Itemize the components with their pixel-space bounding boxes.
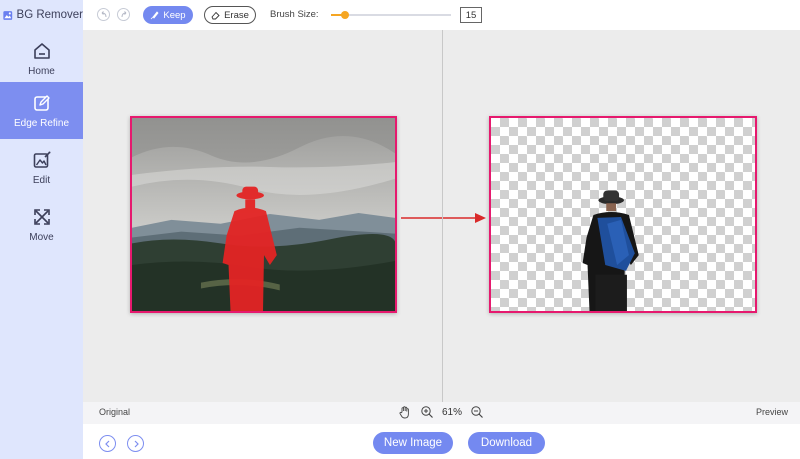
arrow-icon [401,213,486,223]
preview-label: Preview [755,407,788,417]
brush-size-value[interactable]: 15 [460,7,482,23]
home-icon [33,42,50,59]
eraser-icon [211,11,220,19]
chevron-right-icon [134,440,139,447]
keep-label: Keep [163,9,186,21]
hand-icon[interactable] [398,405,412,419]
new-image-button[interactable]: New Image [373,432,453,454]
cutout-person [582,190,639,311]
sidebar-item-home[interactable]: Home [0,30,83,87]
sidebar-item-move[interactable]: Move [0,196,83,253]
redo-button[interactable] [117,8,130,21]
edit-square-icon [33,94,50,111]
canvas-area [83,30,800,402]
original-label: Original [99,407,131,417]
sidebar-item-label: Edit [32,174,51,186]
brush-size-label: Brush Size: [270,9,319,20]
move-icon [33,208,50,225]
zoom-value: 61% [442,406,463,418]
zoom-controls: 61% [398,405,484,419]
status-bar: Original 61% Preview [83,402,800,424]
erase-label: Erase [224,9,249,21]
sidebar-item-label: Move [29,231,54,243]
sidebar-item-edit[interactable]: Edit [0,139,83,196]
chevron-left-icon [104,440,109,447]
next-button[interactable] [127,435,144,452]
split-divider[interactable] [442,30,443,402]
brush-icon [151,10,159,19]
preview-image [489,116,757,313]
zoom-out-icon[interactable] [470,405,484,419]
sidebar-item-label: Edge Refine [13,117,70,129]
download-button[interactable]: Download [468,432,545,454]
original-image [130,116,397,313]
image-edit-icon [33,151,50,168]
zoom-in-icon[interactable] [420,405,434,419]
sidebar-item-edge-refine[interactable]: Edge Refine [0,82,83,139]
sidebar: BG Remover Home Edge Refine Edit Move [0,0,83,459]
keep-button[interactable]: Keep [143,6,193,24]
erase-button[interactable]: Erase [204,6,256,24]
undo-icon [101,10,106,17]
brush-size-slider[interactable] [331,11,451,19]
previous-button[interactable] [99,435,116,452]
top-toolbar: Keep Erase Brush Size: 15 [83,0,800,30]
image-icon [3,10,13,20]
undo-button[interactable] [97,8,110,21]
slider-thumb[interactable] [341,11,350,19]
brand: BG Remover [0,0,83,30]
app-title: BG Remover [16,9,83,21]
sidebar-item-label: Home [28,65,55,77]
redo-icon [121,10,126,17]
original-photo [132,118,395,311]
bottom-bar: New Image Download [83,424,800,459]
